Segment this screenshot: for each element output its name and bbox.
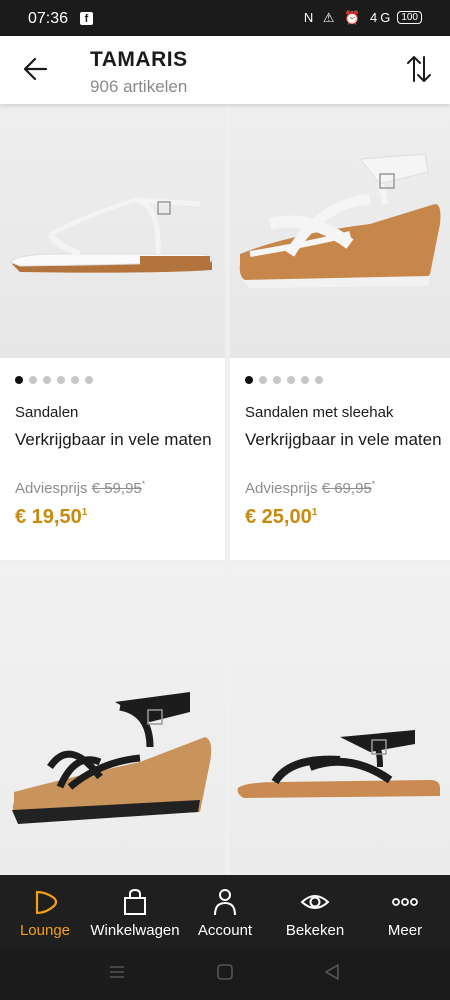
nav-item-lounge[interactable]: Lounge [0, 875, 90, 947]
current-price: € 25,001 [245, 506, 317, 529]
image-carousel-dots[interactable] [245, 376, 323, 384]
product-image[interactable] [0, 104, 225, 358]
recent-apps-icon[interactable] [108, 963, 126, 981]
nav-item-bekeken[interactable]: Bekeken [270, 875, 360, 947]
nav-label: Bekeken [285, 922, 345, 939]
status-indicators: N ⚠ ⏰ 4G 100 [304, 10, 422, 26]
black-wedge-sandal-image [12, 692, 212, 824]
carousel-dot[interactable] [245, 376, 253, 384]
advice-price: Adviesprijs € 69,95* [245, 479, 375, 497]
black-flat-sandal-image [237, 730, 440, 798]
carousel-dot[interactable] [15, 376, 23, 384]
price-footnote-mark: 1 [81, 507, 88, 518]
carousel-dot[interactable] [287, 376, 295, 384]
advice-label: Adviesprijs [245, 480, 318, 497]
advice-label: Adviesprijs [15, 480, 88, 497]
product-image[interactable] [230, 104, 450, 358]
lounge-icon [35, 890, 58, 915]
product-name[interactable]: Verkrijgbaar in vele maten [245, 429, 445, 451]
carousel-dot[interactable] [43, 376, 51, 384]
product-image[interactable] [230, 562, 450, 875]
status-indicator-text: N ⚠ ⏰ 4G [303, 10, 394, 25]
nav-label: Account [197, 922, 253, 939]
nav-label: Lounge [19, 922, 71, 939]
product-grid: Sandalen Verkrijgbaar in vele maten Advi… [0, 104, 450, 875]
current-price: € 19,501 [15, 506, 87, 529]
carousel-dot[interactable] [259, 376, 267, 384]
product-card[interactable]: Sandalen met sleehak Verkrijgbaar in vel… [230, 104, 450, 528]
advice-price: Adviesprijs € 59,95* [15, 479, 145, 497]
product-category: Sandalen met sleehak [245, 404, 394, 421]
product-card[interactable]: Sandalen Verkrijgbaar in vele maten Advi… [0, 104, 225, 528]
product-name[interactable]: Verkrijgbaar in vele maten [15, 429, 215, 451]
more-dots-icon [392, 898, 418, 906]
system-navigation-bar [0, 947, 450, 1000]
bottom-navigation: Lounge Winkelwagen Account Bekeken Meer [0, 875, 450, 947]
nav-label: Meer [387, 922, 423, 939]
status-time: 07:36 [28, 10, 69, 27]
carousel-dot[interactable] [85, 376, 93, 384]
article-count: 906 artikelen [90, 77, 188, 96]
carousel-dot[interactable] [57, 376, 65, 384]
carousel-dot[interactable] [315, 376, 323, 384]
carousel-dot[interactable] [273, 376, 281, 384]
product-card[interactable] [0, 562, 225, 875]
nav-label: Winkelwagen [90, 922, 180, 939]
price-footnote-mark: 1 [311, 507, 318, 518]
back-icon[interactable] [323, 963, 341, 981]
battery-icon: 100 [397, 11, 422, 24]
status-bar: 07:36 f N ⚠ ⏰ 4G 100 [0, 0, 450, 36]
page-title: TAMARIS [90, 48, 188, 71]
old-price: € 69,95 [321, 480, 372, 497]
product-card[interactable] [230, 562, 450, 875]
price-value: € 25,00 [245, 506, 312, 528]
white-wedge-sandal-image [239, 153, 441, 288]
shopping-bag-icon [124, 888, 146, 915]
product-category: Sandalen [15, 404, 79, 421]
person-icon [214, 889, 236, 916]
carousel-dot[interactable] [29, 376, 37, 384]
eye-icon [300, 895, 330, 909]
product-image[interactable] [0, 562, 225, 875]
app-header: TAMARIS 906 artikelen [0, 36, 450, 104]
nav-item-account[interactable]: Account [180, 875, 270, 947]
nav-item-meer[interactable]: Meer [360, 875, 450, 947]
advice-footnote-mark: * [371, 479, 376, 489]
image-carousel-dots[interactable] [15, 376, 93, 384]
advice-footnote-mark: * [141, 479, 146, 489]
carousel-dot[interactable] [301, 376, 309, 384]
sort-arrows-icon[interactable] [406, 54, 432, 84]
carousel-dot[interactable] [71, 376, 79, 384]
home-icon[interactable] [216, 963, 234, 981]
old-price: € 59,95 [91, 480, 142, 497]
white-flat-sandal-image [9, 197, 213, 273]
facebook-icon: f [80, 12, 93, 25]
nav-item-winkelwagen[interactable]: Winkelwagen [90, 875, 180, 947]
price-value: € 19,50 [15, 506, 82, 528]
arrow-left-icon[interactable] [22, 56, 48, 82]
